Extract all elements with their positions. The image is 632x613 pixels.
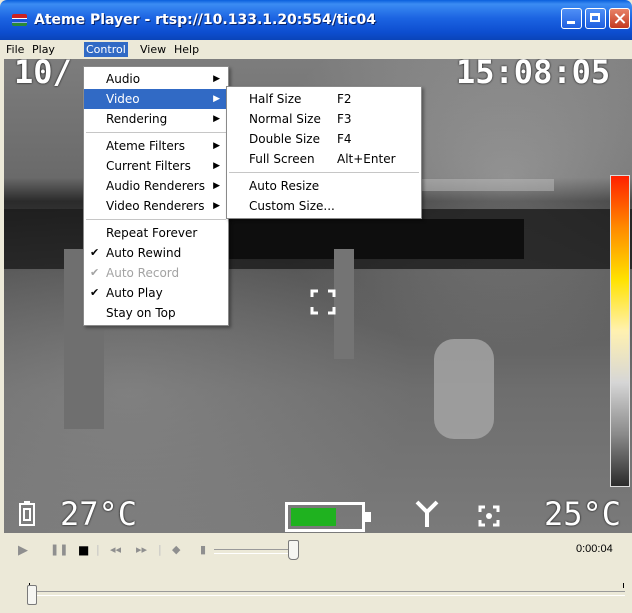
- control-menu-video-renderers[interactable]: Video Renderers ▶: [84, 196, 228, 216]
- title-bar[interactable]: Ateme Player - rtsp://10.133.1.20:554/ti…: [0, 0, 632, 40]
- minimize-button[interactable]: [561, 8, 582, 29]
- control-menu-auto-play[interactable]: ✔ Auto Play: [84, 283, 228, 303]
- record-marker-icon[interactable]: ◆: [172, 543, 180, 556]
- playback-controls: ▶ ❚❚ ■ | ◂◂ ▸▸ | ◆ ▮ 0:00:04: [0, 533, 632, 613]
- control-dropdown-menu: Audio ▶ Video ▶ Rendering ▶ Ateme Filters ▶ …: [83, 66, 229, 326]
- video-menu-double-size[interactable]: Double Size F4: [227, 129, 421, 149]
- menu-help[interactable]: Help: [172, 42, 201, 57]
- submenu-arrow-icon: ▶: [213, 94, 220, 104]
- video-menu-normal-size-label: Normal Size: [249, 112, 321, 126]
- antenna-icon: [415, 500, 439, 527]
- close-button[interactable]: [609, 8, 630, 29]
- maximize-button[interactable]: [585, 8, 606, 29]
- video-menu-full-screen[interactable]: Full Screen Alt+Enter: [227, 149, 421, 169]
- menu-separator: [229, 172, 419, 173]
- volume-min-icon: ▮: [200, 543, 207, 556]
- control-menu-auto-record: ✔ Auto Record: [84, 263, 228, 283]
- separator-icon: |: [158, 543, 162, 556]
- player-window: Ateme Player - rtsp://10.133.1.20:554/ti…: [0, 0, 632, 613]
- control-menu-auto-record-label: Auto Record: [106, 266, 180, 280]
- volume-slider-track[interactable]: [214, 549, 298, 554]
- control-menu-auto-rewind-label: Auto Rewind: [106, 246, 182, 260]
- battery-indicator: [285, 502, 371, 532]
- menu-play[interactable]: Play: [30, 42, 57, 57]
- checkmark-icon: ✔: [90, 266, 100, 279]
- control-menu-ateme-filters-label: Ateme Filters: [106, 139, 185, 153]
- video-menu-half-size[interactable]: Half Size F2: [227, 89, 421, 109]
- rewind-icon[interactable]: ◂◂: [110, 543, 121, 556]
- fast-forward-icon[interactable]: ▸▸: [136, 543, 147, 556]
- control-menu-auto-rewind[interactable]: ✔ Auto Rewind: [84, 243, 228, 263]
- control-menu-audio-renderers-label: Audio Renderers: [106, 179, 205, 193]
- video-submenu: Half Size F2 Normal Size F3 Double Size F4 …: [226, 86, 422, 219]
- control-menu-stay-on-top[interactable]: Stay on Top: [84, 303, 228, 323]
- control-menu-current-filters-label: Current Filters: [106, 159, 191, 173]
- pause-icon[interactable]: ❚❚: [50, 543, 68, 556]
- menu-separator: [86, 132, 226, 133]
- volume-slider-thumb[interactable]: [288, 540, 299, 560]
- control-menu-stay-on-top-label: Stay on Top: [106, 306, 176, 320]
- control-menu-repeat-forever-label: Repeat Forever: [106, 226, 198, 240]
- menu-file[interactable]: File: [4, 42, 26, 57]
- submenu-arrow-icon: ▶: [213, 114, 220, 124]
- scene-column: [334, 249, 354, 359]
- menu-view[interactable]: View: [138, 42, 168, 57]
- battery-small-icon: [19, 501, 35, 526]
- stop-icon[interactable]: ■: [78, 543, 89, 557]
- checkmark-icon: ✔: [90, 246, 100, 259]
- seek-tick-end: [623, 583, 624, 588]
- shortcut-label: F2: [337, 92, 352, 106]
- submenu-arrow-icon: ▶: [213, 161, 220, 171]
- osd-date: 10/: [14, 59, 72, 91]
- video-menu-full-screen-label: Full Screen: [249, 152, 315, 166]
- seek-bar-thumb[interactable]: [27, 585, 37, 605]
- osd-time: 15:08:05: [456, 59, 611, 91]
- control-menu-rendering-label: Rendering: [106, 112, 168, 126]
- checkmark-icon: ✔: [90, 286, 100, 299]
- video-menu-normal-size[interactable]: Normal Size F3: [227, 109, 421, 129]
- temperature-color-scale: [610, 175, 630, 487]
- scene-warm-figure: [434, 339, 494, 439]
- video-menu-custom-size-label: Custom Size...: [249, 199, 335, 213]
- menu-separator: [86, 219, 226, 220]
- control-menu-ateme-filters[interactable]: Ateme Filters ▶: [84, 136, 228, 156]
- video-menu-half-size-label: Half Size: [249, 92, 302, 106]
- control-menu-audio[interactable]: Audio ▶: [84, 69, 228, 89]
- scene-dark-window: [224, 219, 524, 259]
- menu-bar: File Play Control View Help: [0, 40, 632, 59]
- control-menu-video[interactable]: Video ▶: [84, 89, 228, 109]
- control-menu-audio-label: Audio: [106, 72, 141, 86]
- video-menu-auto-resize-label: Auto Resize: [249, 179, 320, 193]
- osd-temp-left: 27°C: [60, 495, 138, 533]
- submenu-arrow-icon: ▶: [213, 181, 220, 191]
- control-menu-repeat-forever[interactable]: Repeat Forever: [84, 223, 228, 243]
- focus-target-icon: [478, 505, 500, 527]
- video-menu-double-size-label: Double Size: [249, 132, 320, 146]
- control-menu-video-label: Video: [106, 92, 140, 106]
- separator-icon: |: [96, 543, 100, 556]
- osd-temp-right: 25°C: [544, 495, 622, 533]
- window-title: Ateme Player - rtsp://10.133.1.20:554/ti…: [34, 12, 377, 28]
- control-menu-rendering[interactable]: Rendering ▶: [84, 109, 228, 129]
- battery-level-fill: [291, 508, 337, 526]
- control-menu-current-filters[interactable]: Current Filters ▶: [84, 156, 228, 176]
- menu-control[interactable]: Control: [84, 42, 128, 57]
- shortcut-label: F3: [337, 112, 352, 126]
- video-menu-auto-resize[interactable]: Auto Resize: [227, 176, 421, 196]
- control-menu-auto-play-label: Auto Play: [106, 286, 163, 300]
- elapsed-time: 0:00:04: [576, 543, 613, 555]
- control-menu-video-renderers-label: Video Renderers: [106, 199, 205, 213]
- shortcut-label: Alt+Enter: [337, 152, 396, 166]
- play-icon[interactable]: ▶: [18, 543, 28, 558]
- submenu-arrow-icon: ▶: [213, 141, 220, 151]
- submenu-arrow-icon: ▶: [213, 74, 220, 84]
- crosshair-icon: [310, 289, 336, 315]
- shortcut-label: F4: [337, 132, 352, 146]
- control-menu-audio-renderers[interactable]: Audio Renderers ▶: [84, 176, 228, 196]
- video-menu-custom-size[interactable]: Custom Size...: [227, 196, 421, 216]
- submenu-arrow-icon: ▶: [213, 201, 220, 211]
- app-icon[interactable]: [12, 14, 27, 26]
- seek-bar-track[interactable]: [31, 591, 625, 596]
